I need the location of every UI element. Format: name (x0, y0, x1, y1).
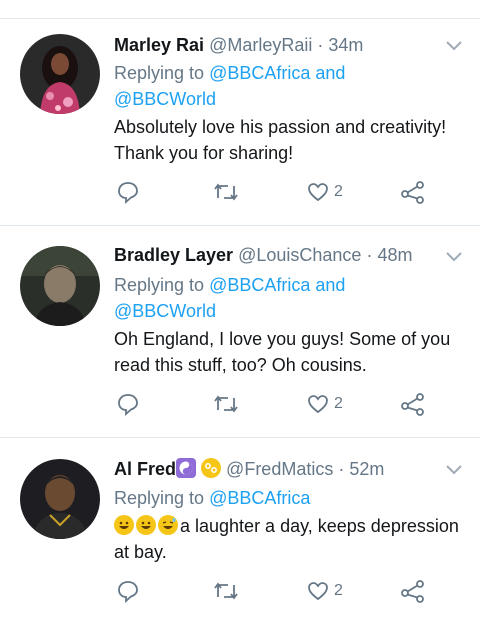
reply-icon (118, 581, 138, 603)
display-name[interactable]: Marley Rai (114, 35, 204, 55)
tweet-text: Oh England, I love you guys! Some of you… (114, 329, 451, 375)
replying-to-line: Replying to @BBCAfrica and @BBCWorld (114, 60, 464, 112)
share-icon (401, 580, 424, 603)
retweet-icon (214, 395, 238, 413)
tweet-header: Marley Rai @MarleyRaii · 34m (114, 34, 363, 56)
replying-to-line: Replying to @BBCAfrica and @BBCWorld (114, 272, 464, 324)
replying-to-label: Replying to (114, 275, 205, 295)
retweet-icon (214, 183, 238, 201)
grinning-squinting-sweat-emoji (158, 515, 178, 535)
avatar[interactable] (20, 246, 100, 326)
tweet-header: Bradley Layer @LouisChance · 48m (114, 244, 413, 266)
action-bar: 2 (0, 392, 480, 422)
reply-button[interactable] (116, 579, 140, 603)
display-name[interactable]: Al Fred (114, 459, 176, 479)
avatar-image (20, 34, 100, 114)
replying-to-label: Replying to (114, 63, 205, 83)
reply-button[interactable] (116, 392, 140, 416)
user-handle[interactable]: @MarleyRaii (209, 35, 312, 55)
avatar[interactable] (20, 34, 100, 114)
user-handle[interactable]: @FredMatics (226, 459, 333, 479)
mention-link[interactable]: @BBCAfrica (209, 275, 310, 295)
heart-icon (308, 395, 328, 414)
share-button[interactable] (400, 392, 426, 416)
avatar-image (20, 246, 100, 326)
like-count: 2 (334, 582, 343, 599)
mention-link[interactable]: @BBCAfrica (209, 488, 310, 508)
retweet-button[interactable] (212, 392, 240, 416)
mention-conjunction[interactable]: and (315, 275, 345, 295)
action-bar: 2 (0, 180, 480, 210)
like-button[interactable]: 2 (306, 579, 343, 603)
tweet-text: Absolutely love his passion and creativi… (114, 117, 447, 163)
retweet-button[interactable] (212, 180, 240, 204)
action-bar: 2 (0, 579, 480, 609)
like-button[interactable]: 2 (306, 180, 343, 204)
user-handle[interactable]: @LouisChance (238, 245, 361, 265)
display-name[interactable]: Bradley Layer (114, 245, 233, 265)
tweet-body: Replying to @BBCAfrica and @BBCWorld Oh … (114, 272, 464, 378)
grinning-face-emoji (114, 515, 134, 535)
timestamp[interactable]: 48m (377, 245, 412, 265)
share-icon (401, 393, 424, 416)
replying-to-line: Replying to @BBCAfrica (114, 485, 464, 511)
retweet-icon (214, 582, 238, 600)
mention-link[interactable]: @BBCAfrica (209, 63, 310, 83)
top-divider (0, 18, 480, 19)
heart-icon (308, 183, 328, 202)
chevron-down-icon[interactable] (445, 251, 463, 263)
tweet-body: Replying to @BBCAfrica and @BBCWorld Abs… (114, 60, 464, 166)
replying-to-label: Replying to (114, 488, 205, 508)
retweet-button[interactable] (212, 579, 240, 603)
yin-yang-emoji (176, 458, 197, 478)
chevron-down-icon[interactable] (445, 40, 463, 52)
mention-conjunction[interactable]: and (315, 63, 345, 83)
reply-icon (118, 182, 138, 204)
tweet-body: Replying to @BBCAfrica a laughter a day,… (114, 485, 464, 565)
share-icon (401, 181, 424, 204)
avatar-image (20, 459, 100, 539)
tweet-text: a laughter a day, keeps depression at ba… (114, 513, 464, 565)
heart-icon (308, 582, 328, 601)
share-button[interactable] (400, 180, 426, 204)
tweet-divider (0, 225, 480, 226)
separator-dot: · (366, 245, 373, 265)
share-button[interactable] (400, 579, 426, 603)
tweet-divider (0, 437, 480, 438)
grinning-face-emoji (136, 515, 156, 535)
like-count: 2 (334, 183, 343, 200)
reply-button[interactable] (116, 180, 140, 204)
timestamp[interactable]: 34m (328, 35, 363, 55)
like-button[interactable]: 2 (306, 392, 343, 416)
cancer-zodiac-emoji (201, 458, 222, 478)
mention-link[interactable]: @BBCWorld (114, 301, 216, 321)
separator-dot: · (338, 459, 345, 479)
timestamp[interactable]: 52m (349, 459, 384, 479)
like-count: 2 (334, 395, 343, 412)
tweet-header: Al Fred @FredMatics · 52m (114, 458, 384, 480)
separator-dot: · (317, 35, 324, 55)
avatar[interactable] (20, 459, 100, 539)
chevron-down-icon[interactable] (445, 464, 463, 476)
reply-icon (118, 394, 138, 416)
mention-link[interactable]: @BBCWorld (114, 89, 216, 109)
